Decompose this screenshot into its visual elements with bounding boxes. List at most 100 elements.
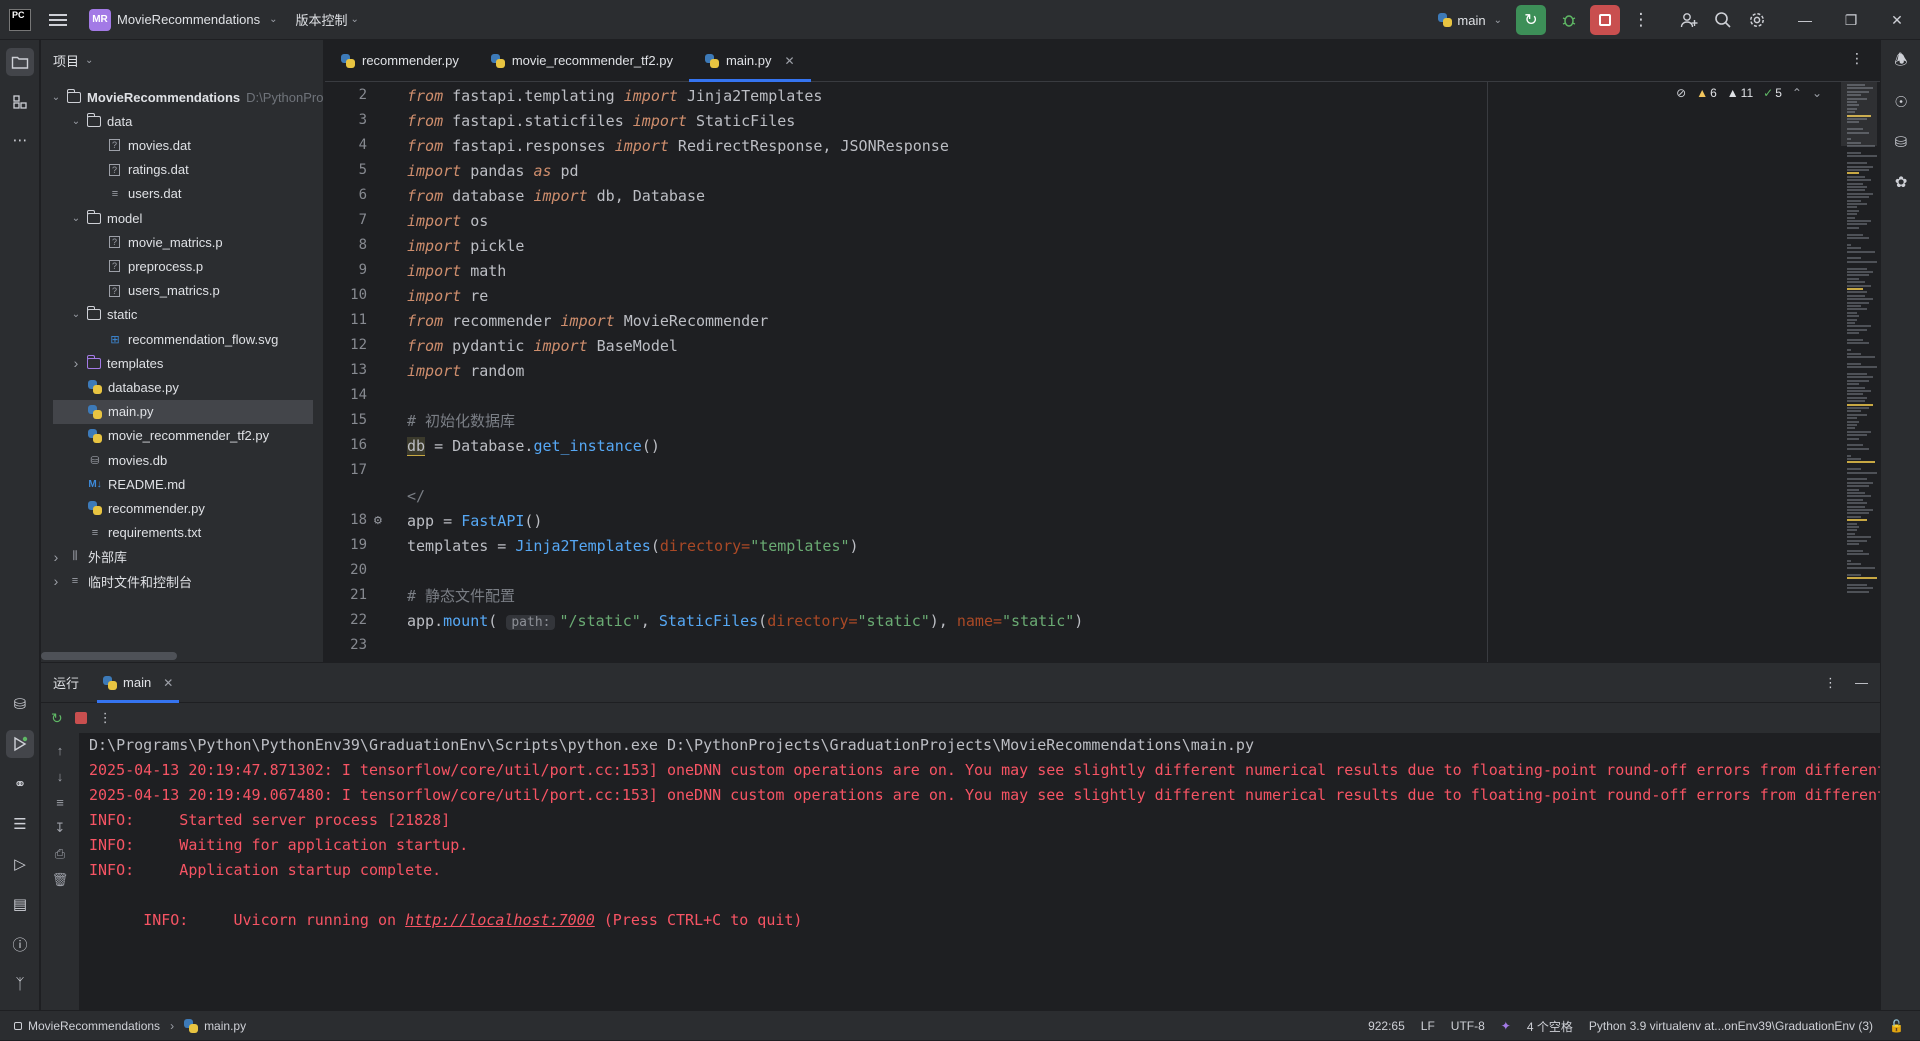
tree-item[interactable]: ⌄ static (41, 303, 137, 327)
tree-item[interactable]: ⛁ movies.db (41, 448, 167, 472)
tab-movie-recommender-tf2-py[interactable]: movie_recommender_tf2.py (475, 40, 689, 81)
minimize-window-button[interactable]: — (1782, 0, 1828, 40)
database-icon[interactable]: ⛁ (1887, 128, 1915, 156)
close-window-button[interactable]: ✕ (1874, 0, 1920, 40)
tree-item[interactable]: ? users_matrics.p (41, 279, 220, 303)
stop-button[interactable] (1590, 5, 1620, 35)
tree-item[interactable]: ? preprocess.p (41, 254, 203, 278)
tree-item[interactable]: ≡ users.dat (41, 182, 182, 206)
structure-icon[interactable] (6, 88, 34, 116)
next-highlight-icon[interactable]: ⌄ (1812, 86, 1822, 100)
terminal-icon[interactable]: ▤ (6, 890, 34, 918)
hide-panel-icon[interactable]: — (1855, 675, 1868, 691)
tree-item[interactable]: ⌄ model (41, 206, 142, 230)
main-menu-icon[interactable] (49, 13, 67, 26)
tree-item[interactable]: ⊞ recommendation_flow.svg (41, 327, 278, 351)
problems-icon[interactable]: ⓘ (6, 930, 34, 958)
run-config-selector[interactable]: main ⌄ (1438, 13, 1502, 28)
close-tab-icon[interactable]: ✕ (785, 54, 795, 68)
run-tool-icon[interactable] (6, 730, 34, 758)
minimap-line (1847, 509, 1873, 511)
tree-item[interactable]: M↓ README.md (41, 472, 185, 496)
rerun-icon[interactable]: ↻ (51, 710, 63, 727)
scroll-to-end-icon[interactable]: ↧ (49, 817, 71, 839)
gutter-endpoint-icon[interactable]: ⚙ (373, 514, 383, 527)
soft-wrap-icon[interactable]: ≡ (49, 791, 71, 813)
more-actions-icon[interactable]: ⋮ (1624, 3, 1658, 37)
close-tab-icon[interactable]: ✕ (163, 676, 173, 690)
tab-recommender-py[interactable]: recommender.py (325, 40, 475, 81)
localhost-link[interactable]: http://localhost:7000 (405, 911, 595, 929)
error-stripe-minimap[interactable] (1839, 82, 1880, 662)
inspection-widget[interactable]: ⊘ ▲ 6 ▲ 11 ✓ 5 ⌃ ⌄ (1676, 86, 1822, 100)
stop-icon[interactable] (74, 712, 87, 724)
debug-icon[interactable] (1552, 3, 1586, 37)
tree-item[interactable]: database.py (41, 375, 179, 399)
git-branch-icon[interactable]: ᛉ (6, 970, 34, 998)
tab-main-py[interactable]: main.py ✕ (688, 40, 811, 82)
code-editor[interactable]: 2 3 4 5 6 7 8 9 10 11 12 13 14 15 16 17 18 ⚙ 19 20 21 22 23 fr… (325, 82, 1880, 662)
code-token: templates = (407, 537, 516, 555)
chevron-down-icon[interactable]: ⌄ (69, 213, 83, 224)
vcs-menu[interactable]: 版本控制 ⌄ (295, 10, 358, 29)
more-actions-icon[interactable]: ⋮ (99, 710, 112, 726)
run-tab-main[interactable]: main ✕ (96, 663, 180, 703)
copilot-icon[interactable]: ✿ (1887, 168, 1915, 196)
chevron-right-icon[interactable]: › (49, 549, 63, 565)
tree-item[interactable]: ? ratings.dat (41, 158, 189, 182)
read-only-lock-icon[interactable]: 🔓 (1889, 1019, 1904, 1033)
tree-item[interactable]: ≡ requirements.txt (41, 521, 201, 545)
tree-item[interactable]: › ≡ 临时文件和控制台 (41, 569, 192, 593)
tree-item[interactable]: ? movies.dat (41, 133, 191, 157)
caret-position[interactable]: 922:65 (1368, 1019, 1405, 1033)
console-output[interactable]: D:\Programs\Python\PythonEnv39\Graduatio… (79, 733, 1880, 1011)
chevron-down-icon[interactable]: ⌄ (69, 309, 83, 320)
settings-gear-icon[interactable] (1740, 3, 1774, 37)
print-icon[interactable]: ⎙ (49, 843, 71, 865)
indent-setting[interactable]: 4 个空格 (1527, 1018, 1573, 1035)
chevron-down-icon[interactable]: ⌄ (69, 116, 83, 127)
add-user-icon[interactable] (1672, 3, 1706, 37)
tree-item[interactable]: ? movie_matrics.p (41, 230, 223, 254)
project-tool-folder-icon[interactable] (6, 48, 34, 76)
python-packages-icon[interactable]: ☰ (6, 810, 34, 838)
rerun-button[interactable]: ↻ (1516, 5, 1546, 35)
run-more-icon[interactable]: ⋮ (1824, 675, 1837, 691)
search-icon[interactable] (1706, 3, 1740, 37)
tabs-more-icon[interactable]: ⋮ (1850, 50, 1864, 67)
scroll-up-icon[interactable]: ↑ (49, 739, 71, 761)
ai-status-icon[interactable]: ✦ (1501, 1019, 1511, 1033)
python-interpreter[interactable]: Python 3.9 virtualenv at...onEnv39\Gradu… (1589, 1019, 1873, 1033)
project-panel-header[interactable]: 项目 ⌄ (41, 40, 323, 80)
tree-item[interactable]: movie_recommender_tf2.py (41, 424, 269, 448)
tree-item[interactable]: ⌄ MovieRecommendations D:\PythonProjects (41, 85, 323, 109)
tree-item[interactable]: main.py (53, 399, 313, 424)
tree-item[interactable]: › templates (41, 351, 163, 375)
breadcrumb-file[interactable]: main.py (204, 1019, 246, 1033)
database-icon[interactable]: ⛁ (6, 690, 34, 718)
notifications-bell-icon[interactable]: 🕭 (1887, 48, 1915, 76)
restore-window-button[interactable]: ❐ (1828, 0, 1874, 40)
file-encoding[interactable]: UTF-8 (1451, 1019, 1485, 1033)
minimap-line (1847, 179, 1871, 182)
more-tools-icon[interactable]: ⋯ (6, 126, 34, 154)
prev-highlight-icon[interactable]: ⌃ (1792, 86, 1802, 100)
project-switcher[interactable]: MR MovieRecommendations ⌄ (83, 5, 283, 35)
reader-mode-eye-icon[interactable]: ⊘ (1676, 86, 1686, 100)
minimap-line (1847, 169, 1869, 171)
python-console-icon[interactable]: ⚭ (6, 770, 34, 798)
breadcrumb-project[interactable]: MovieRecommendations (28, 1019, 160, 1033)
services-icon[interactable]: ▷ (6, 850, 34, 878)
tree-item[interactable]: recommender.py (41, 496, 205, 520)
tree-item[interactable]: ⌄ data (41, 109, 132, 133)
minimap-viewport[interactable] (1841, 82, 1877, 146)
project-panel-scrollbar[interactable] (41, 652, 177, 660)
chevron-right-icon[interactable]: › (69, 355, 83, 371)
ai-assistant-icon[interactable]: ☉ (1887, 88, 1915, 116)
line-separator[interactable]: LF (1421, 1019, 1435, 1033)
scroll-down-icon[interactable]: ↓ (49, 765, 71, 787)
clear-trash-icon[interactable]: 🗑 (49, 869, 71, 891)
chevron-down-icon[interactable]: ⌄ (49, 92, 63, 103)
tree-item[interactable]: › ⫼ 外部库 (41, 545, 127, 569)
chevron-right-icon[interactable]: › (49, 573, 63, 589)
